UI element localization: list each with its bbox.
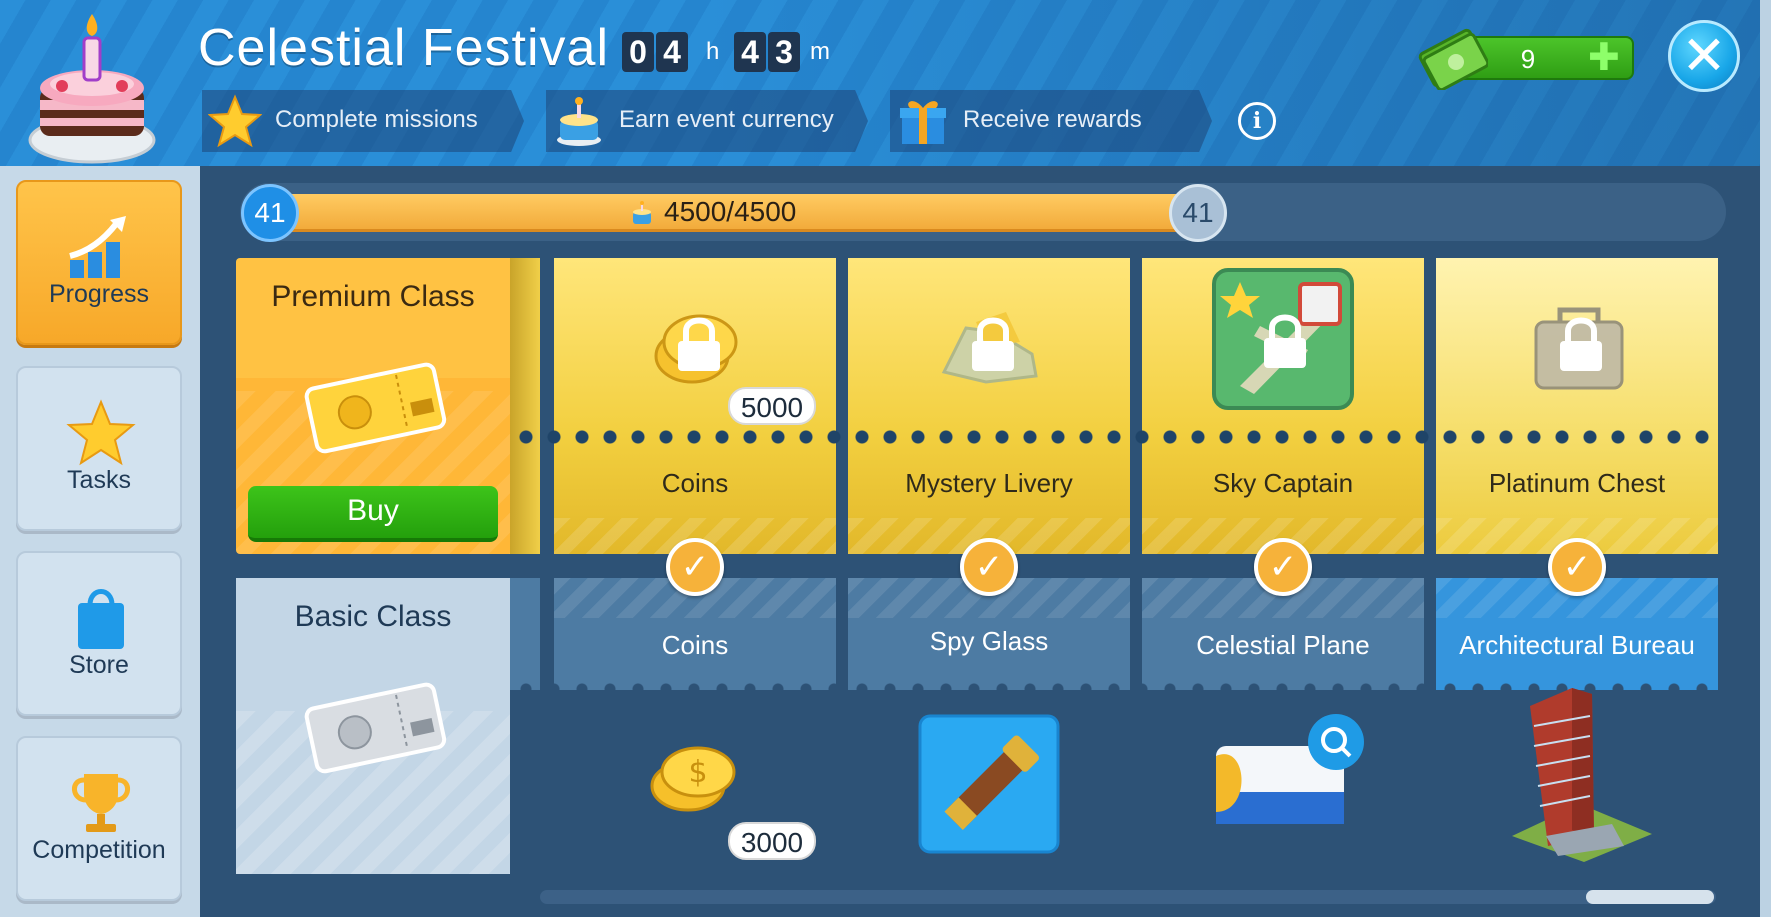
step-complete-missions: Complete missions — [202, 90, 524, 152]
currency-value: 9 — [1520, 44, 1536, 74]
current-level-badge: 41 — [241, 184, 299, 242]
coins-icon: $ — [650, 746, 736, 812]
track-dots — [512, 429, 1722, 445]
horizontal-scrollbar[interactable] — [540, 890, 1716, 904]
step-receive-rewards: Receive rewards — [890, 90, 1212, 152]
star-icon — [208, 94, 262, 148]
premium-class-title: Premium Class — [271, 280, 475, 313]
timer-hours-tens: 0 — [622, 32, 654, 72]
sidebar-label: Competition — [32, 836, 166, 864]
cake-icon — [557, 97, 601, 146]
event-window: Celestial Festival 0 4 h 4 3 m Complete … — [0, 0, 1771, 917]
sidebar-item-store[interactable]: Store — [16, 551, 182, 716]
background-edge — [1760, 0, 1771, 917]
reward-name: Architectural Bureau — [1459, 630, 1695, 660]
progress-chart-icon — [69, 216, 126, 278]
premium-reward-mystery-livery[interactable]: Mystery Livery — [848, 258, 1130, 554]
sidebar-item-competition[interactable]: Competition — [16, 736, 182, 901]
timer-hours-ones: 4 — [656, 32, 688, 72]
reward-amount-badge: 3000 — [728, 822, 816, 860]
cash-icon — [1418, 28, 1488, 90]
timer-hours-unit: h — [706, 38, 720, 65]
reward-name: Sky Captain — [1212, 468, 1354, 498]
gift-icon — [900, 101, 946, 144]
timer-minutes-unit: m — [810, 38, 830, 65]
building-icon — [1512, 688, 1652, 862]
plane-livery-icon — [1216, 714, 1364, 824]
claimed-check-icon: ✓ — [666, 538, 724, 596]
reward-name: Coins — [661, 630, 729, 660]
spyglass-icon — [918, 714, 1060, 854]
lock-icon — [972, 317, 1014, 371]
step-label: Complete missions — [275, 106, 478, 133]
close-button[interactable]: ✕ — [1668, 20, 1740, 92]
reward-name: Spy Glass — [929, 626, 1049, 656]
premium-ticket-icon — [304, 362, 447, 454]
premium-reward-platinum-chest[interactable]: Platinum Chest — [1436, 258, 1718, 554]
shopping-bag-icon — [78, 589, 124, 649]
basic-class-card: Basic Class — [236, 578, 510, 874]
lock-icon — [1264, 314, 1306, 368]
basic-column-edge — [510, 578, 540, 690]
add-currency-button[interactable]: ✚ — [1588, 39, 1620, 77]
trophy-icon — [72, 774, 130, 832]
claimed-check-icon: ✓ — [1254, 538, 1312, 596]
step-label: Receive rewards — [963, 106, 1142, 133]
sidebar-item-progress[interactable]: Progress — [16, 180, 182, 345]
scrollbar-thumb[interactable] — [1586, 890, 1714, 904]
reward-name: Celestial Plane — [1196, 630, 1370, 660]
event-currency-icon — [633, 201, 651, 224]
buy-premium-button[interactable]: Buy — [248, 486, 498, 542]
reward-name: Platinum Chest — [1488, 468, 1666, 498]
claimed-check-icon: ✓ — [1548, 538, 1606, 596]
reward-name: Coins — [661, 468, 729, 498]
svg-text:$: $ — [688, 755, 707, 790]
premium-reward-sky-captain[interactable]: Sky Captain — [1142, 258, 1424, 554]
premium-class-card: Premium Class Buy — [236, 258, 510, 554]
sidebar-label: Progress — [48, 280, 150, 308]
basic-class-title: Basic Class — [294, 600, 452, 633]
timer-minutes-tens: 4 — [734, 32, 766, 72]
lock-icon — [1560, 317, 1602, 371]
reward-amount-badge: 5000 — [728, 387, 816, 425]
next-level-badge: 41 — [1169, 184, 1227, 242]
reward-name: Mystery Livery — [905, 468, 1073, 498]
timer-minutes-ones: 3 — [768, 32, 800, 72]
currency-display: 9 ✚ — [1418, 22, 1638, 92]
star-icon — [66, 399, 136, 466]
step-earn-currency: Earn event currency — [546, 90, 868, 152]
sidebar-item-tasks[interactable]: Tasks — [16, 366, 182, 531]
lock-icon — [678, 317, 720, 371]
step-label: Earn event currency — [619, 106, 834, 133]
sidebar-label: Store — [69, 651, 129, 679]
progress-text: 4500/4500 — [664, 196, 797, 227]
close-icon: ✕ — [1681, 26, 1727, 86]
premium-column-edge — [510, 258, 540, 554]
event-title: Celestial Festival — [198, 19, 610, 77]
info-button[interactable]: i — [1238, 102, 1276, 140]
sidebar-label: Tasks — [67, 466, 131, 494]
basic-ticket-icon — [304, 682, 447, 774]
cake-icon — [28, 14, 156, 164]
claimed-check-icon: ✓ — [960, 538, 1018, 596]
